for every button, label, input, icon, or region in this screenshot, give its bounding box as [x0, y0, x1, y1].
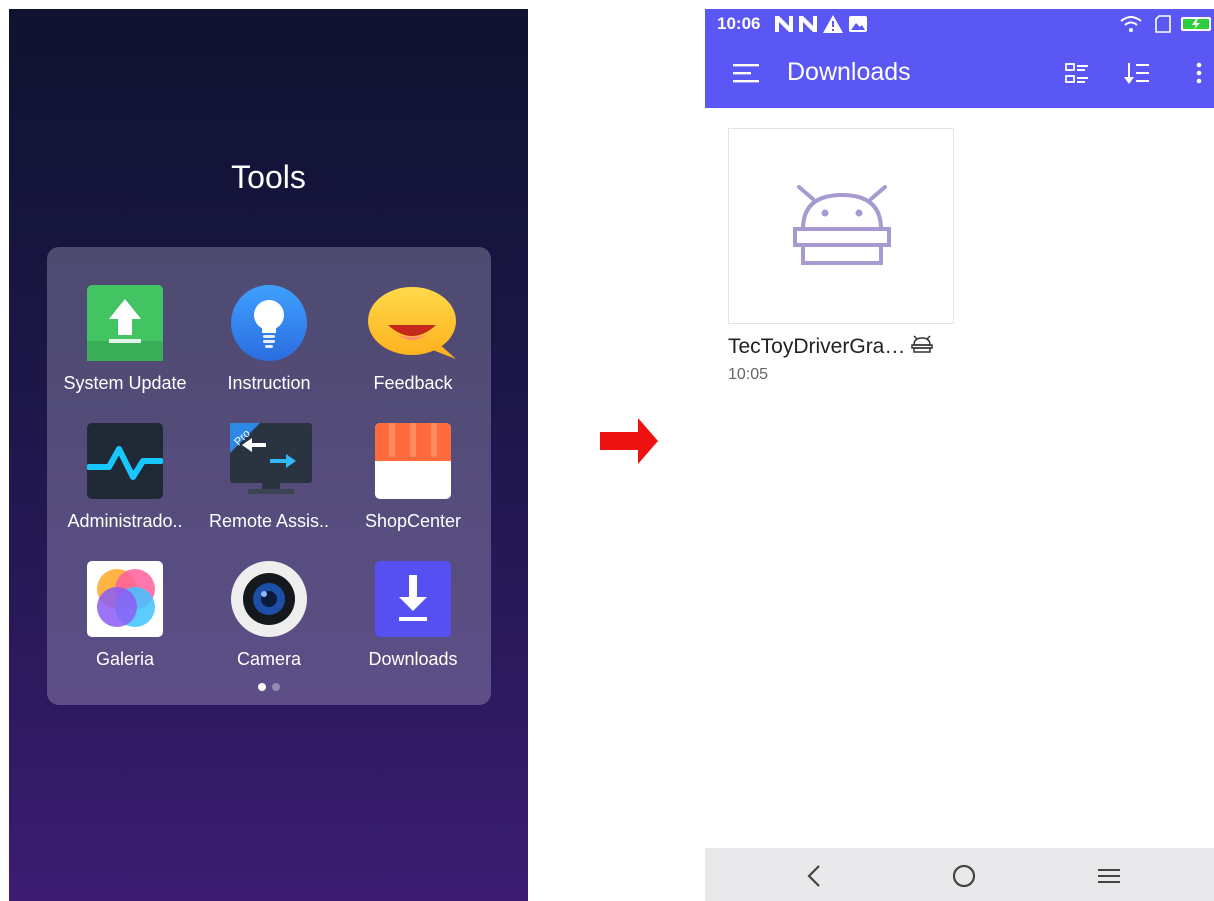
app-downloads[interactable]: Downloads: [339, 561, 487, 699]
more-options-icon[interactable]: [1177, 53, 1207, 93]
app-administrador[interactable]: Administrado..: [51, 423, 199, 561]
folder-panel: System Update Instruction Feedback Admin…: [47, 247, 491, 705]
menu-icon[interactable]: [725, 53, 765, 93]
downloads-screen: 10:06 Downloads TecToyDriverGra… 10:05: [705, 9, 1214, 901]
warning-icon: [823, 15, 843, 33]
app-label: Feedback: [373, 373, 453, 393]
app-label: ShopCenter: [364, 511, 462, 531]
battery-icon: [1181, 17, 1211, 31]
pulse-icon: [87, 423, 163, 499]
file-time: 10:05: [728, 366, 769, 383]
app-shopcenter[interactable]: ShopCenter: [339, 423, 487, 561]
wifi-icon: [1120, 16, 1142, 32]
app-remote-assist[interactable]: Pro Remote Assis..: [195, 423, 343, 561]
notification-n-icon: [799, 16, 817, 32]
app-bar: Downloads: [705, 39, 1214, 108]
shop-icon: [375, 423, 451, 499]
home-icon[interactable]: [946, 858, 982, 894]
app-label: Galeria: [95, 649, 155, 669]
app-feedback[interactable]: Feedback: [339, 285, 487, 423]
app-instruction[interactable]: Instruction: [195, 285, 343, 423]
file-thumbnail[interactable]: [728, 128, 954, 324]
app-label: Remote Assis..: [208, 511, 330, 531]
feedback-icon: [368, 287, 456, 359]
sort-icon[interactable]: [1117, 53, 1157, 93]
app-label: Camera: [236, 649, 302, 669]
file-name[interactable]: TecToyDriverGra…: [728, 335, 933, 359]
camera-icon: [231, 561, 307, 637]
notification-n-icon: [775, 16, 793, 32]
remote-assist-icon: Pro: [230, 423, 312, 494]
app-galeria[interactable]: Galeria: [51, 561, 199, 699]
navigation-bar: [705, 848, 1214, 901]
sim-card-icon: [1155, 15, 1171, 33]
app-camera[interactable]: Camera: [195, 561, 343, 699]
android-icon: [911, 335, 933, 353]
list-view-icon[interactable]: [1057, 53, 1097, 93]
app-label: Administrado..: [67, 511, 183, 531]
page-dot-inactive: [272, 683, 280, 691]
page-indicator: [47, 683, 491, 691]
app-label: System Update: [63, 373, 187, 393]
status-bar: 10:06: [705, 9, 1214, 39]
image-icon: [849, 16, 867, 32]
lightbulb-icon: [231, 285, 307, 361]
back-icon[interactable]: [797, 858, 833, 894]
android-icon: [793, 185, 891, 265]
app-label: Downloads: [368, 649, 458, 669]
status-time: 10:06: [717, 14, 761, 33]
page-dot-active: [258, 683, 266, 691]
arrow-right-icon: [600, 418, 658, 464]
system-update-icon: [87, 285, 163, 361]
download-icon: [375, 561, 451, 637]
recents-menu-icon[interactable]: [1091, 858, 1127, 894]
gallery-icon: [87, 561, 163, 637]
page-title: Downloads: [787, 58, 911, 86]
app-system-update[interactable]: System Update: [51, 285, 199, 423]
file-name-text: TecToyDriverGra…: [728, 335, 906, 358]
folder-title: Tools: [231, 159, 306, 195]
app-label: Instruction: [227, 373, 311, 393]
launcher-screen: Tools System Update Instruction Feedback…: [9, 9, 528, 901]
